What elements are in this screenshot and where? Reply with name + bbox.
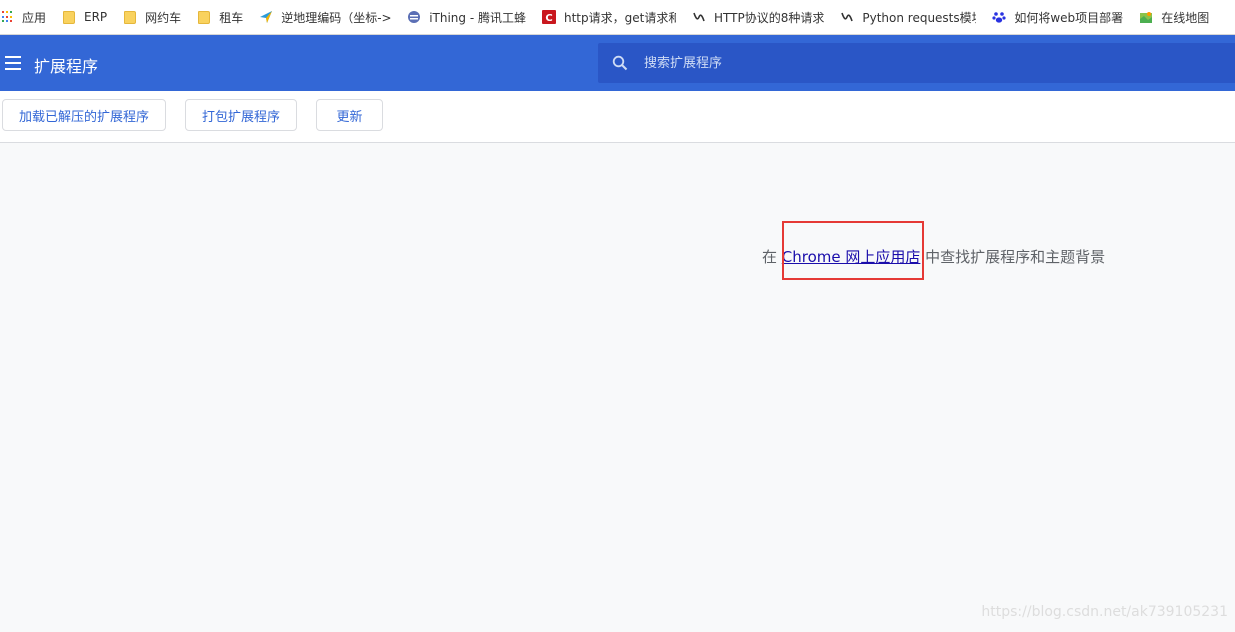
csdn-icon: C — [542, 10, 556, 24]
search-icon — [612, 55, 628, 71]
update-button[interactable]: 更新 — [316, 99, 383, 131]
bookmark-online-map[interactable]: 在线地图 — [1131, 0, 1217, 34]
bookmark-ithing[interactable]: iThing - 腾讯工蜂 — [399, 0, 534, 34]
hook-icon — [692, 10, 706, 24]
extensions-header: 扩展程序 — [0, 35, 1235, 91]
svg-text:C: C — [545, 13, 552, 24]
watermark: https://blog.csdn.net/ak739105231 — [981, 604, 1228, 620]
bookmark-label: Python requests模块 — [862, 10, 977, 25]
bookmark-car-rental[interactable]: 租车 — [189, 0, 251, 34]
empty-state-prefix: 在 — [762, 248, 782, 266]
bookmark-label: 租车 — [219, 10, 244, 25]
bookmark-geocoding[interactable]: 逆地理编码（坐标-> — [251, 0, 399, 34]
bookmark-python-requests[interactable]: Python requests模块 — [832, 0, 984, 34]
search-bar[interactable] — [598, 43, 1235, 83]
folder-icon — [62, 10, 76, 24]
baidu-paw-icon — [992, 10, 1006, 24]
bookmark-erp[interactable]: ERP — [54, 0, 115, 34]
bookmark-apps[interactable]: 应用 — [0, 0, 54, 34]
annotation-highlight-box — [782, 221, 924, 280]
bookmark-label: 应用 — [22, 10, 47, 25]
bookmark-label: http请求，get请求和 — [564, 10, 676, 25]
load-unpacked-button[interactable]: 加载已解压的扩展程序 — [2, 99, 166, 131]
apps-grid-icon — [0, 10, 14, 24]
bookmark-ride-hailing[interactable]: 网约车 — [115, 0, 189, 34]
bookmark-http-protocol[interactable]: HTTP协议的8种请求 — [684, 0, 832, 34]
bookmark-label: HTTP协议的8种请求 — [714, 10, 825, 25]
folder-icon — [197, 10, 211, 24]
bookmark-label: 如何将web项目部署 — [1014, 10, 1124, 25]
map-pin-icon — [259, 10, 273, 24]
menu-icon[interactable] — [5, 56, 21, 70]
bookmark-web-deploy[interactable]: 如何将web项目部署 — [984, 0, 1131, 34]
bookmark-label: ERP — [84, 10, 108, 24]
gitlab-icon — [407, 10, 421, 24]
bookmark-label: 网约车 — [145, 10, 182, 25]
map-icon — [1139, 10, 1153, 24]
developer-toolbar: 加载已解压的扩展程序 打包扩展程序 更新 — [0, 91, 1235, 143]
bookmark-label: 逆地理编码（坐标-> — [281, 10, 392, 25]
empty-state-suffix: 中查找扩展程序和主题背景 — [920, 248, 1106, 266]
bookmark-label: 在线地图 — [1161, 10, 1210, 25]
page-title: 扩展程序 — [34, 57, 99, 76]
folder-icon — [123, 10, 137, 24]
search-input[interactable] — [644, 53, 1204, 73]
bookmarks-bar: 应用 ERP 网约车 租车 逆地理编码（坐标-> iThing - 腾讯工蜂 C… — [0, 0, 1235, 35]
pack-extension-button[interactable]: 打包扩展程序 — [185, 99, 297, 131]
hook-icon — [840, 10, 854, 24]
bookmark-label: iThing - 腾讯工蜂 — [429, 10, 526, 25]
bookmark-http-get[interactable]: C http请求，get请求和 — [534, 0, 684, 34]
